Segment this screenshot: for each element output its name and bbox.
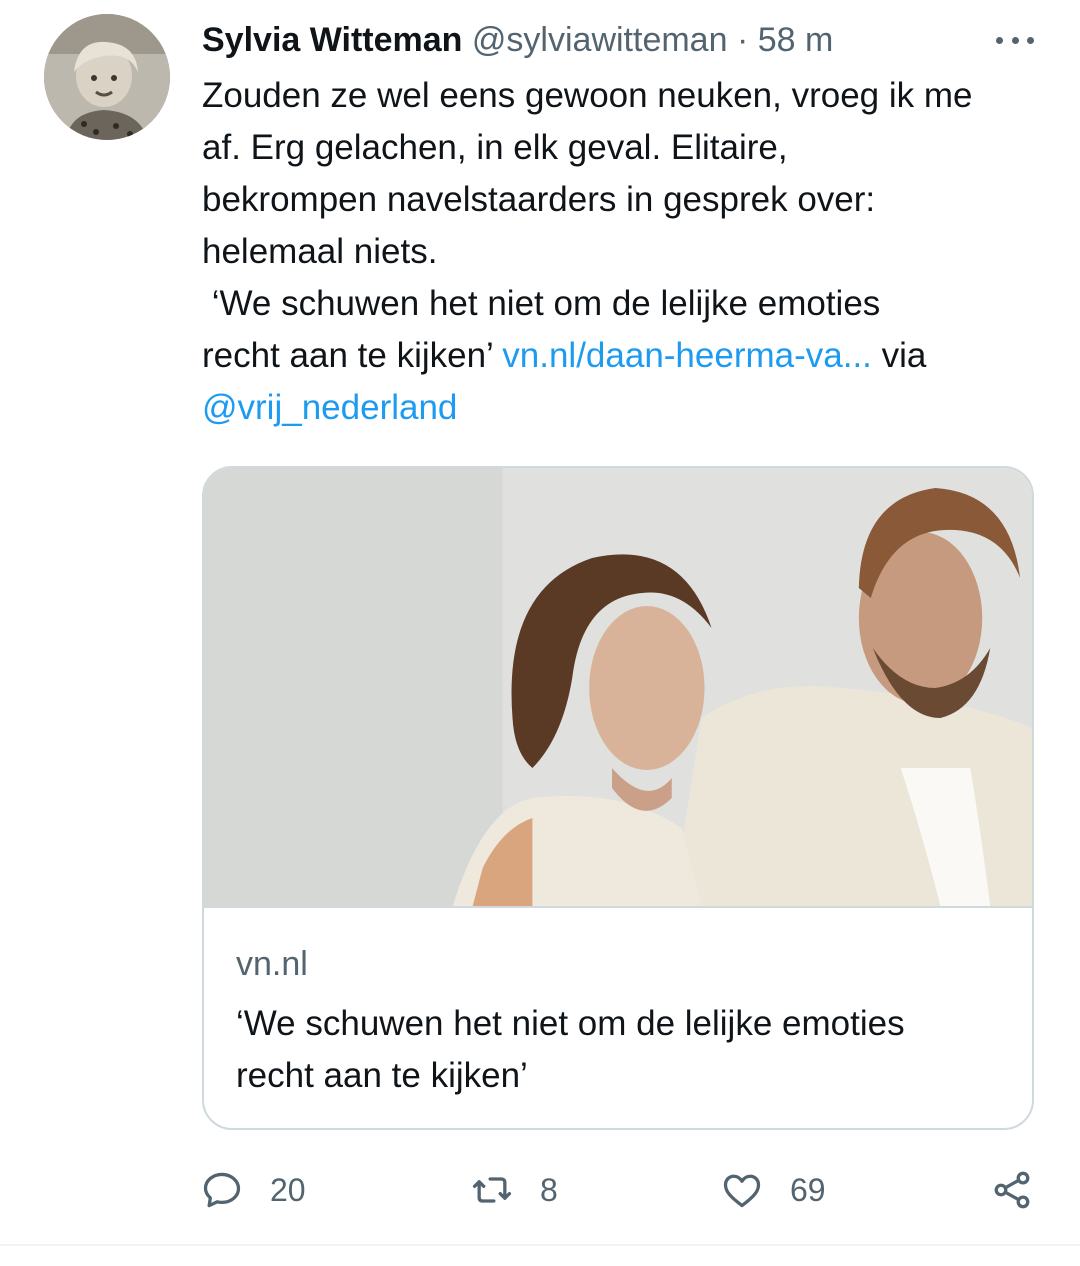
tweet-text-line: bekrompen navelstaarders in gesprek over… [202,180,876,219]
tweet[interactable]: Sylvia Witteman @sylviawitteman · 58 m Z… [0,0,1080,1246]
card-title-line: ‘We schuwen het niet om de lelijke emoti… [236,1004,905,1043]
share-icon [994,1171,1030,1209]
retweet-count: 8 [540,1171,558,1208]
share-button[interactable] [990,1164,1034,1216]
tweet-text-fragment: via [871,336,927,375]
card-domain: vn.nl [236,945,308,983]
tweet-text-line: ‘We schuwen het niet om de lelijke emoti… [202,284,881,323]
card-title-line: recht aan te kijken’ [236,1056,528,1095]
like-button[interactable]: 69 [720,1164,826,1216]
reply-icon [203,1172,241,1208]
author-name[interactable]: Sylvia Witteman [202,21,462,59]
card-title: ‘We schuwen het niet om de lelijke emoti… [236,998,996,1102]
tweet-text-line: recht aan te kijken’ vn.nl/daan-heerma-v… [202,330,1042,382]
more-options-icon[interactable] [996,18,1034,62]
card-image [204,468,1032,908]
reply-button[interactable]: 20 [200,1164,306,1216]
like-count: 69 [790,1171,826,1208]
tweet-header: Sylvia Witteman @sylviawitteman · 58 m [202,18,1022,62]
retweet-button[interactable]: 8 [470,1164,558,1216]
avatar-photo [44,14,170,140]
link-preview-card[interactable]: vn.nl ‘We schuwen het niet om de lelijke… [202,466,1034,1130]
author-avatar[interactable] [44,14,170,140]
reply-count: 20 [270,1171,306,1208]
article-link[interactable]: vn.nl/daan-heerma-va... [502,336,872,375]
tweet-text: Zouden ze wel eens gewoon neuken, vroeg … [202,70,1042,434]
tweet-text-line: helemaal niets. [202,232,438,271]
tweet-text-fragment: recht aan te kijken’ [202,336,503,375]
tweet-text-line: Zouden ze wel eens gewoon neuken, vroeg … [202,76,973,115]
tweet-timestamp[interactable]: 58 m [758,21,834,59]
retweet-icon [472,1177,512,1203]
tweet-text-line: af. Erg gelachen, in elk geval. Elitaire… [202,128,788,167]
divider [0,1244,1080,1246]
mention-link[interactable]: @vrij_nederland [202,382,1042,434]
author-handle[interactable]: @sylviawitteman [472,21,728,59]
header-separator: · [736,21,749,59]
heart-icon [723,1174,761,1208]
tweet-actions: 20 8 69 [0,1164,1080,1216]
